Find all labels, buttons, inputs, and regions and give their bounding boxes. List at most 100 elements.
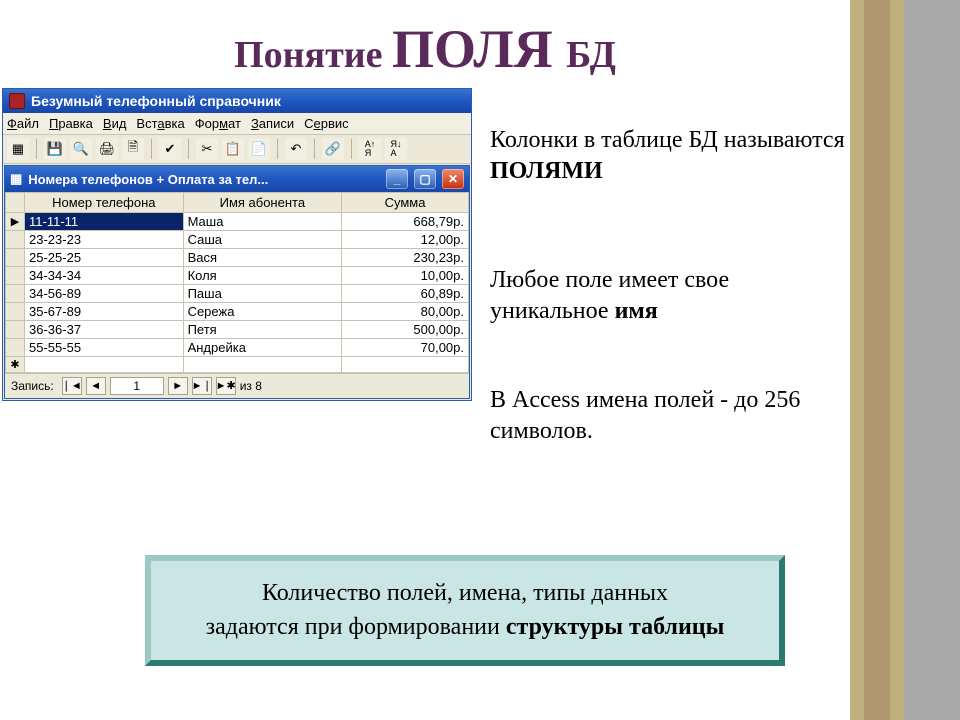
table-row[interactable]: ▶11-11-11Маша668,79р. — [6, 213, 469, 231]
cell-sum[interactable] — [342, 357, 469, 373]
sort-desc-button[interactable]: Я↓А — [385, 138, 407, 160]
cell-phone[interactable]: 36-36-37 — [25, 321, 184, 339]
menu-records[interactable]: Записи — [251, 116, 294, 131]
column-header-phone[interactable]: Номер телефона — [25, 193, 184, 213]
cell-name[interactable] — [183, 357, 342, 373]
summary-line2a: задаются при формировании — [206, 614, 506, 640]
table-new-row[interactable]: ✱ — [6, 357, 469, 373]
row-selector[interactable] — [6, 303, 25, 321]
cell-name[interactable]: Маша — [183, 213, 342, 231]
undo-button[interactable]: ↶ — [285, 138, 307, 160]
cell-sum[interactable]: 60,89р. — [342, 285, 469, 303]
cell-phone[interactable]: 34-34-34 — [25, 267, 184, 285]
explain1-text: Колонки в таблице БД называются — [490, 127, 845, 153]
print-button[interactable]: 🖨 — [96, 138, 118, 160]
maximize-button[interactable]: ▢ — [414, 169, 436, 189]
table-row[interactable]: 34-56-89Паша60,89р. — [6, 285, 469, 303]
save-button[interactable]: 💾 — [44, 138, 66, 160]
print-preview-button[interactable]: 🗎 — [122, 138, 144, 160]
recnav-first-button[interactable]: ❘◄ — [62, 377, 82, 395]
row-selector[interactable] — [6, 339, 25, 357]
table-row[interactable]: 36-36-37Петя500,00р. — [6, 321, 469, 339]
recnav-count-label: из 8 — [240, 379, 262, 393]
explain-block-2: Любое поле имеет свое уникальное имя — [490, 265, 850, 327]
recnav-current-input[interactable] — [110, 377, 164, 395]
cell-phone[interactable]: 35-67-89 — [25, 303, 184, 321]
slide-title-big: ПОЛЯ — [392, 19, 566, 79]
table-row[interactable]: 23-23-23Саша12,00р. — [6, 231, 469, 249]
cell-phone[interactable] — [25, 357, 184, 373]
search-button[interactable]: 🔍 — [70, 138, 92, 160]
row-selector[interactable] — [6, 249, 25, 267]
cell-name[interactable]: Саша — [183, 231, 342, 249]
link-button[interactable]: 🔗 — [322, 138, 344, 160]
cell-phone[interactable]: 34-56-89 — [25, 285, 184, 303]
cell-name[interactable]: Петя — [183, 321, 342, 339]
recnav-label: Запись: — [11, 379, 54, 393]
datasheet-sub-window: ▦ Номера телефонов + Оплата за тел... _ … — [4, 165, 470, 399]
cell-sum[interactable]: 12,00р. — [342, 231, 469, 249]
explain1-bold: ПОЛЯМИ — [490, 158, 603, 184]
copy-button[interactable]: 📋 — [222, 138, 244, 160]
summary-box: Количество полей, имена, типы данных зад… — [145, 555, 785, 666]
paste-button[interactable]: 📄 — [248, 138, 270, 160]
menu-file[interactable]: Файл — [7, 116, 39, 131]
cell-name[interactable]: Вася — [183, 249, 342, 267]
cell-name[interactable]: Паша — [183, 285, 342, 303]
cell-sum[interactable]: 230,23р. — [342, 249, 469, 267]
select-all-header[interactable] — [6, 193, 25, 213]
cell-sum[interactable]: 80,00р. — [342, 303, 469, 321]
spellcheck-button[interactable]: ✔ — [159, 138, 181, 160]
menubar: Файл Правка Вид Вставка Формат Записи Се… — [3, 113, 471, 134]
row-selector[interactable] — [6, 285, 25, 303]
sort-asc-button[interactable]: А↑Я — [359, 138, 381, 160]
recnav-next-button[interactable]: ► — [168, 377, 188, 395]
row-selector[interactable] — [6, 267, 25, 285]
view-mode-button[interactable]: ▦ — [7, 138, 29, 160]
slide-title: Понятие ПОЛЯ БД — [0, 0, 850, 90]
row-selector[interactable]: ▶ — [6, 213, 25, 231]
cell-phone[interactable]: 25-25-25 — [25, 249, 184, 267]
table-row[interactable]: 55-55-55Андрейка70,00р. — [6, 339, 469, 357]
menu-insert[interactable]: Вставка — [136, 116, 184, 131]
menu-format[interactable]: Формат — [195, 116, 241, 131]
app-title-text: Безумный телефонный справочник — [31, 93, 281, 109]
data-table[interactable]: Номер телефона Имя абонента Сумма ▶11-11… — [5, 192, 469, 373]
menu-edit[interactable]: Правка — [49, 116, 93, 131]
explain2-text: Любое поле имеет свое уникальное — [490, 267, 729, 324]
row-selector[interactable] — [6, 231, 25, 249]
table-row[interactable]: 34-34-34Коля10,00р. — [6, 267, 469, 285]
close-button[interactable]: ✕ — [442, 169, 464, 189]
cut-button[interactable]: ✂ — [196, 138, 218, 160]
recnav-prev-button[interactable]: ◄ — [86, 377, 106, 395]
sub-window-titlebar[interactable]: ▦ Номера телефонов + Оплата за тел... _ … — [5, 166, 469, 192]
cell-sum[interactable]: 70,00р. — [342, 339, 469, 357]
menu-service[interactable]: Сервис — [304, 116, 349, 131]
recnav-new-button[interactable]: ►✱ — [216, 377, 236, 395]
decorative-stripes — [850, 0, 960, 720]
table-row[interactable]: 25-25-25Вася230,23р. — [6, 249, 469, 267]
table-row[interactable]: 35-67-89Сережа80,00р. — [6, 303, 469, 321]
cell-phone[interactable]: 23-23-23 — [25, 231, 184, 249]
column-header-name[interactable]: Имя абонента — [183, 193, 342, 213]
cell-sum[interactable]: 500,00р. — [342, 321, 469, 339]
explain3-text: В Access имена полей - до 256 символов. — [490, 387, 800, 444]
cell-name[interactable]: Сережа — [183, 303, 342, 321]
cell-phone[interactable]: 11-11-11 — [25, 213, 184, 231]
row-selector[interactable] — [6, 321, 25, 339]
menu-view[interactable]: Вид — [103, 116, 127, 131]
cell-phone[interactable]: 55-55-55 — [25, 339, 184, 357]
cell-sum[interactable]: 668,79р. — [342, 213, 469, 231]
access-app-window: Безумный телефонный справочник Файл Прав… — [2, 88, 472, 401]
row-selector[interactable]: ✱ — [6, 357, 25, 373]
cell-sum[interactable]: 10,00р. — [342, 267, 469, 285]
column-header-sum[interactable]: Сумма — [342, 193, 469, 213]
cell-name[interactable]: Андрейка — [183, 339, 342, 357]
app-titlebar[interactable]: Безумный телефонный справочник — [3, 89, 471, 113]
slide-title-part2: БД — [566, 34, 616, 76]
summary-line1: Количество полей, имена, типы данных — [173, 577, 757, 611]
cell-name[interactable]: Коля — [183, 267, 342, 285]
minimize-button[interactable]: _ — [386, 169, 408, 189]
slide-title-part1: Понятие — [234, 34, 392, 76]
recnav-last-button[interactable]: ►❘ — [192, 377, 212, 395]
